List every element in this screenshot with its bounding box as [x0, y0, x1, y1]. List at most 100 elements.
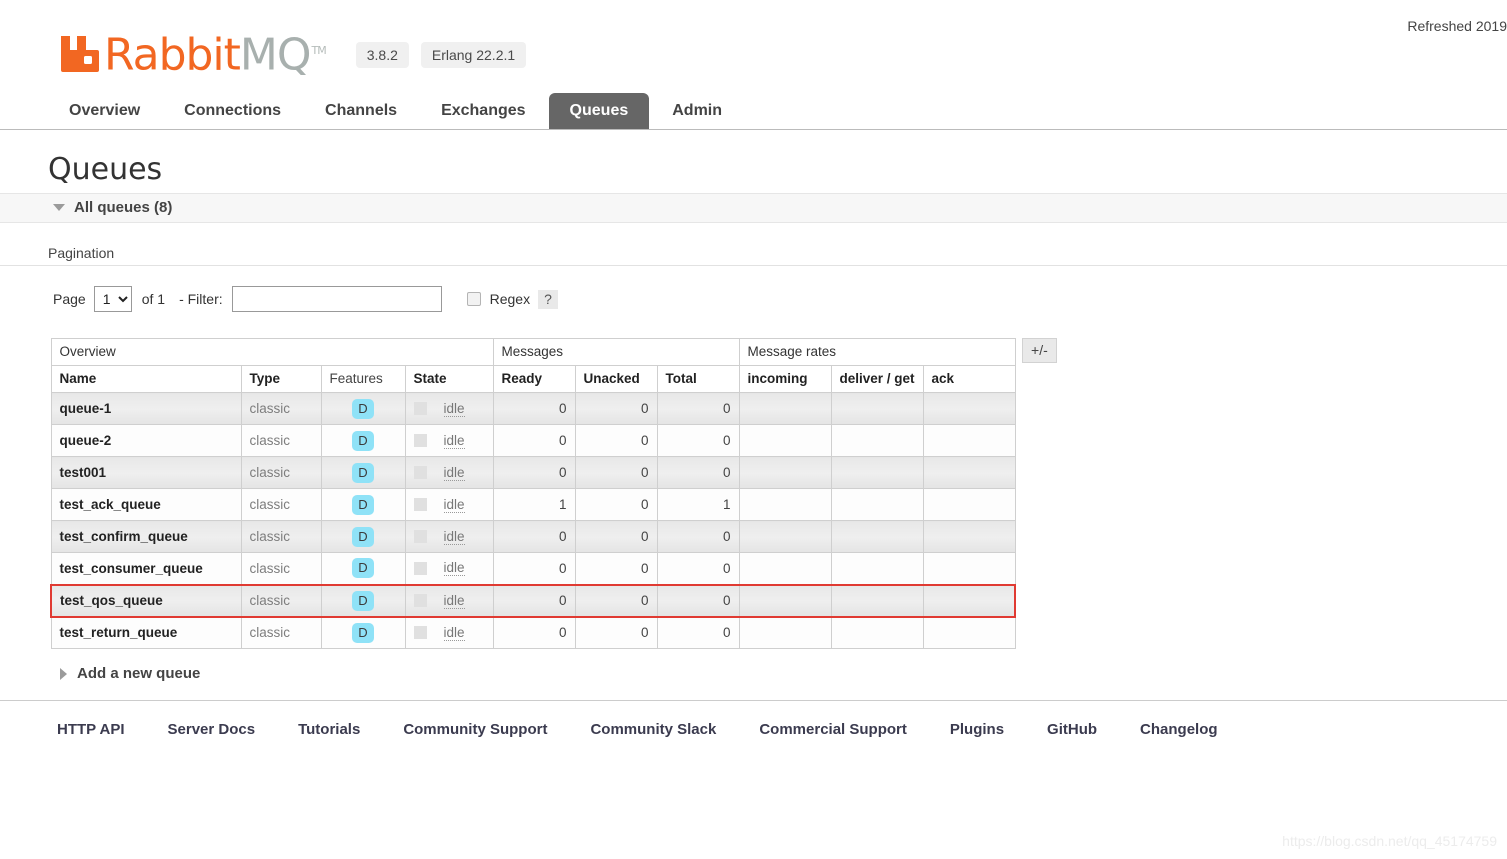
queue-name-cell[interactable]: test_confirm_queue [50, 520, 242, 553]
filter-label: - Filter: [179, 291, 223, 307]
state-indicator: idle [413, 433, 485, 449]
queue-name-cell[interactable]: test_ack_queue [50, 488, 242, 521]
durable-badge[interactable]: D [352, 494, 374, 515]
queue-unacked-cell: 0 [574, 424, 658, 457]
footer-link-community-support[interactable]: Community Support [403, 721, 547, 738]
queue-type-cell: classic [240, 424, 322, 457]
rabbitmq-logo[interactable]: RabbitMQTM [57, 29, 327, 81]
durable-badge[interactable]: D [352, 430, 374, 451]
table-row[interactable]: test001 classic Didle 0 0 0 [50, 456, 1016, 489]
footer-link-server-docs[interactable]: Server Docs [168, 721, 256, 738]
queue-deliver-get-rate-cell [830, 488, 924, 521]
state-indicator: idle [413, 497, 485, 513]
footer-links: HTTP API Server Docs Tutorials Community… [0, 700, 1507, 738]
column-header-ready[interactable]: Ready [492, 365, 576, 393]
add-queue-section-header[interactable]: Add a new queue [53, 665, 1507, 682]
toggle-columns-button[interactable]: +/- [1022, 338, 1057, 363]
state-label: idle [443, 464, 465, 481]
table-row[interactable]: queue-1 classic Didle 0 0 0 [50, 392, 1016, 425]
table-row[interactable]: queue-2 classic Didle 0 0 0 [50, 424, 1016, 457]
version-badges: 3.8.2 Erlang 22.2.1 [355, 42, 538, 68]
tab-admin[interactable]: Admin [651, 93, 743, 129]
queues-table-head: Overview Messages Message rates Name Typ… [50, 338, 1016, 393]
footer-link-tutorials[interactable]: Tutorials [298, 721, 360, 738]
regex-checkbox[interactable] [466, 292, 481, 306]
table-column-header-row: Name Type Features State Ready Unacked T… [50, 365, 1016, 393]
watermark: https://blog.csdn.net/qq_45174759 [1282, 833, 1497, 849]
footer-link-commercial-support[interactable]: Commercial Support [759, 721, 907, 738]
tab-channels[interactable]: Channels [304, 93, 418, 129]
tab-overview[interactable]: Overview [48, 93, 161, 129]
state-indicator: idle [413, 464, 485, 481]
page-select[interactable]: 1 [93, 286, 132, 312]
state-indicator: idle [413, 401, 485, 417]
column-header-unacked[interactable]: Unacked [574, 365, 658, 393]
queue-deliver-get-rate-cell [830, 424, 924, 457]
durable-badge[interactable]: D [352, 398, 374, 419]
column-header-type[interactable]: Type [240, 365, 322, 393]
queue-state-cell: idle [404, 520, 494, 553]
rabbitmq-wordmark: RabbitMQTM [104, 29, 327, 81]
durable-badge[interactable]: D [352, 590, 374, 611]
table-row[interactable]: test_confirm_queue classic Didle 0 0 0 [50, 520, 1016, 553]
queue-features-cell: D [320, 552, 406, 585]
queue-ready-cell: 0 [492, 616, 576, 649]
queue-name-cell[interactable]: test_consumer_queue [50, 552, 242, 585]
all-queues-label: All queues (8) [74, 199, 173, 216]
state-square-icon [413, 402, 427, 415]
group-header-overview: Overview [50, 338, 494, 366]
page-count-label: of 1 [141, 291, 166, 307]
queue-total-cell: 0 [656, 616, 740, 649]
table-row[interactable]: test_return_queue classic Didle 0 0 0 [50, 616, 1016, 649]
all-queues-section-header[interactable]: All queues (8) [0, 193, 1507, 223]
rabbitmq-logo-icon [57, 30, 101, 74]
column-header-incoming[interactable]: incoming [738, 365, 832, 393]
state-indicator: idle [413, 529, 485, 545]
regex-help-button[interactable]: ? [538, 289, 558, 309]
queue-ready-cell: 0 [492, 424, 576, 457]
tab-exchanges[interactable]: Exchanges [420, 93, 546, 129]
footer-link-changelog[interactable]: Changelog [1140, 721, 1218, 738]
table-row[interactable]: test_qos_queue classic Didle 0 0 0 [50, 583, 1017, 618]
chevron-right-icon [60, 667, 67, 680]
column-header-state[interactable]: State [404, 365, 494, 393]
footer-link-community-slack[interactable]: Community Slack [590, 721, 716, 738]
queue-name-cell[interactable]: test001 [50, 456, 242, 489]
durable-badge[interactable]: D [352, 622, 374, 643]
durable-badge[interactable]: D [352, 526, 374, 547]
queue-ack-rate-cell [922, 616, 1016, 649]
logo-text-rabbit: Rabbit [104, 30, 241, 81]
queue-features-cell: D [320, 488, 406, 521]
pagination-divider [0, 265, 1507, 266]
queue-name-cell[interactable]: test_return_queue [50, 616, 242, 649]
chevron-down-icon [53, 204, 65, 211]
page-title: Queues [48, 152, 163, 187]
queue-total-cell: 0 [656, 583, 740, 618]
column-header-name[interactable]: Name [50, 365, 242, 393]
table-row[interactable]: test_ack_queue classic Didle 1 0 1 [50, 488, 1016, 521]
footer-link-github[interactable]: GitHub [1047, 721, 1097, 738]
footer-link-http-api[interactable]: HTTP API [57, 721, 125, 738]
queues-table-body: queue-1 classic Didle 0 0 0 queue-2 classic Didl… [50, 392, 1017, 649]
queue-features-cell: D [320, 392, 406, 425]
state-square-icon [413, 498, 427, 511]
queue-total-cell: 0 [656, 520, 740, 553]
queue-deliver-get-rate-cell [830, 583, 924, 618]
state-square-icon [413, 594, 427, 607]
column-header-total[interactable]: Total [656, 365, 740, 393]
queue-ack-rate-cell [922, 392, 1016, 425]
queue-name-cell[interactable]: test_qos_queue [50, 583, 242, 618]
queue-name-cell[interactable]: queue-2 [50, 424, 242, 457]
footer-link-plugins[interactable]: Plugins [950, 721, 1004, 738]
durable-badge[interactable]: D [352, 558, 374, 579]
durable-badge[interactable]: D [352, 462, 374, 483]
queues-table: Overview Messages Message rates Name Typ… [50, 338, 1017, 649]
column-header-ack[interactable]: ack [922, 365, 1016, 393]
table-row[interactable]: test_consumer_queue classic Didle 0 0 0 [50, 552, 1016, 585]
tab-queues[interactable]: Queues [548, 93, 650, 129]
queue-ack-rate-cell [922, 552, 1016, 585]
filter-input[interactable] [231, 286, 442, 312]
tab-connections[interactable]: Connections [163, 93, 302, 129]
column-header-deliver-get[interactable]: deliver / get [830, 365, 924, 393]
queue-name-cell[interactable]: queue-1 [50, 392, 242, 425]
